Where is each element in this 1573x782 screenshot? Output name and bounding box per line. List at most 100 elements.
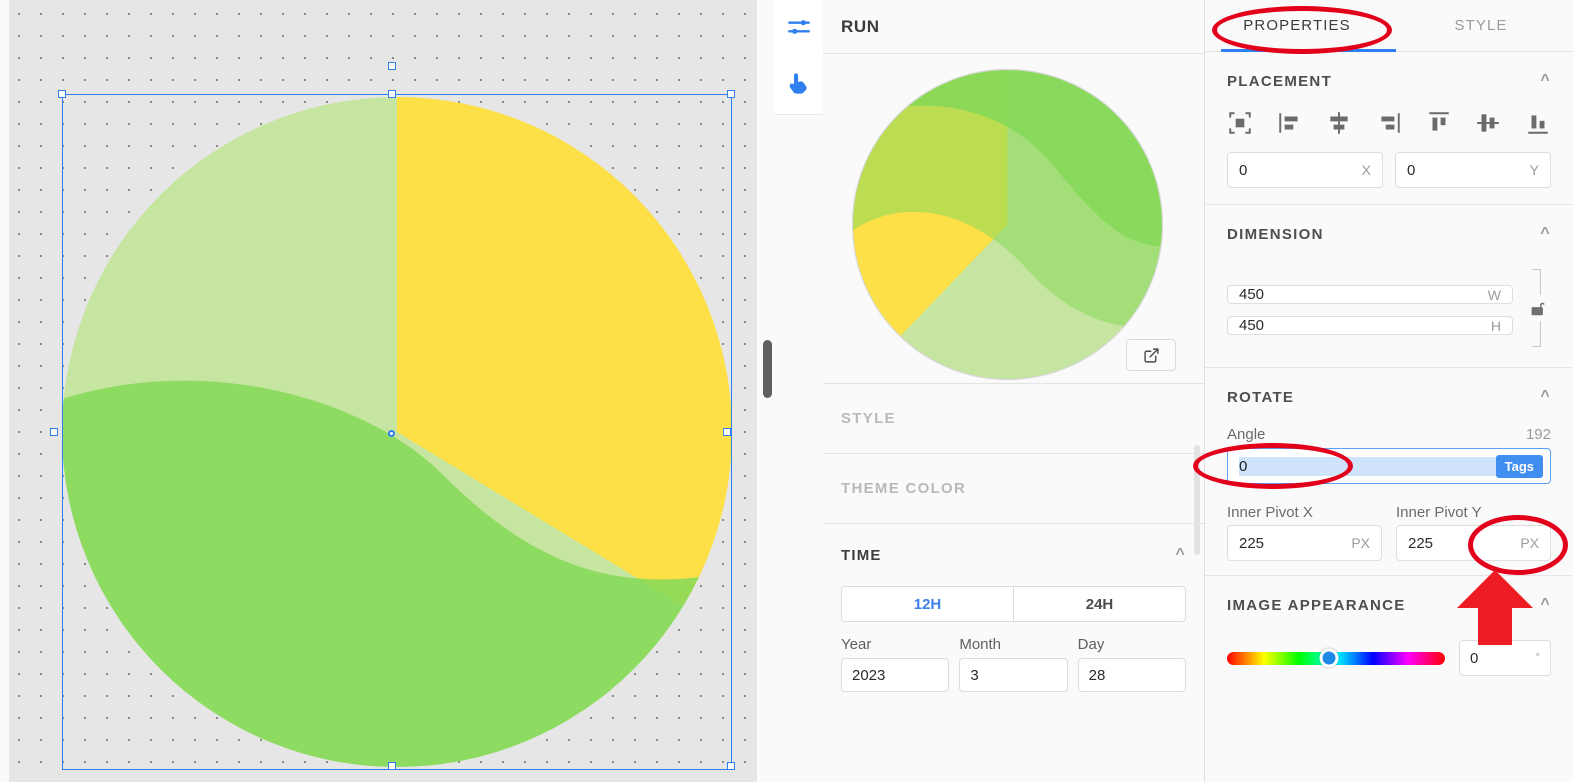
chevron-up-icon: ^ [1540,72,1551,89]
section-placement: PLACEMENT ^ 0 X 0 Y [1205,52,1573,205]
resize-handle-bottom-center[interactable] [388,762,396,770]
month-input[interactable] [959,658,1068,692]
section-dimension-label: DIMENSION [1227,225,1324,243]
fit-to-bounds-icon[interactable] [1227,110,1253,136]
design-canvas[interactable] [0,0,775,782]
inner-pivot-x-label: Inner Pivot X [1227,504,1313,521]
dimension-height-field[interactable]: H [1227,316,1513,335]
properties-panel-tabs: PROPERTIES STYLE [1205,0,1573,52]
section-style-label: STYLE [841,410,896,427]
pivot-point-marker[interactable] [388,430,395,437]
inner-pivot-x-unit: PX [1351,535,1370,551]
preview-thumbnail[interactable] [851,68,1164,381]
tab-properties[interactable]: PROPERTIES [1205,17,1389,34]
date-fields [841,658,1186,692]
resize-handle-middle-right[interactable] [723,428,731,436]
hue-control: ° [1227,634,1551,694]
section-theme-color-label: THEME COLOR [841,480,967,497]
align-left-icon[interactable] [1277,110,1303,136]
chevron-up-icon: ^ [1540,388,1551,405]
time-format-toggle[interactable]: 12H 24H [841,586,1186,622]
chevron-up-icon: ^ [1540,225,1551,242]
section-dimension-header[interactable]: DIMENSION ^ [1227,205,1551,263]
align-middle-vertical-icon[interactable] [1475,110,1501,136]
interaction-pointer-icon[interactable] [786,70,812,96]
section-theme-color[interactable]: THEME COLOR [823,454,1204,524]
run-panel-toolbar [775,0,823,115]
section-rotate-label: ROTATE [1227,388,1295,406]
inner-pivot-x-field[interactable]: PX [1227,525,1382,561]
section-time-header[interactable]: TIME ^ [841,524,1186,586]
placement-y-input[interactable] [1407,161,1524,179]
align-bottom-icon[interactable] [1525,110,1551,136]
section-dimension: DIMENSION ^ W H [1205,205,1573,368]
resize-handle-top-center[interactable] [388,90,396,98]
inner-pivot-y-label: Inner Pivot Y [1396,504,1482,521]
resize-handle-middle-left[interactable] [50,428,58,436]
hue-unit: ° [1535,652,1540,664]
placement-x-field[interactable]: X [1227,152,1383,188]
align-top-icon[interactable] [1426,110,1452,136]
day-label: Day [1077,636,1105,653]
angle-label: Angle [1227,426,1266,443]
hue-slider-knob[interactable] [1319,648,1339,668]
section-placement-label: PLACEMENT [1227,72,1333,90]
section-style[interactable]: STYLE [823,384,1204,454]
align-right-icon[interactable] [1376,110,1402,136]
year-label: Year [841,636,872,653]
section-image-appearance: IMAGE APPEARANCE ^ ° [1205,576,1573,694]
open-external-button[interactable] [1126,339,1176,371]
tab-style[interactable]: STYLE [1389,17,1573,34]
bracket-bottom [1532,321,1541,347]
dimension-width-input[interactable] [1239,286,1482,303]
inner-pivot-y-field[interactable]: PX [1396,525,1551,561]
resize-handle-top-left[interactable] [58,90,66,98]
angle-input[interactable] [1239,456,1496,476]
chevron-up-icon: ^ [1540,596,1551,613]
canvas-vertical-scrollbar[interactable] [763,340,772,398]
section-rotate-header[interactable]: ROTATE ^ [1227,368,1551,426]
bracket-top [1532,269,1541,295]
placement-y-field[interactable]: Y [1395,152,1551,188]
year-input[interactable] [841,658,950,692]
time-format-12h[interactable]: 12H [842,587,1013,621]
hue-value-field[interactable]: ° [1459,640,1551,676]
canvas-left-gutter [0,0,9,782]
month-label: Month [959,636,1002,653]
section-placement-header[interactable]: PLACEMENT ^ [1227,52,1551,110]
placement-x-unit: X [1361,162,1371,178]
placement-y-unit: Y [1529,162,1539,178]
resize-handle-top-right[interactable] [727,90,735,98]
aspect-ratio-lock[interactable] [1521,263,1551,353]
inner-pivot-x-input[interactable] [1239,534,1346,552]
dimension-height-input[interactable] [1239,317,1485,334]
angle-hint-value: 192 [1525,426,1551,443]
dimension-width-field[interactable]: W [1227,285,1513,304]
placement-x-input[interactable] [1239,161,1356,179]
date-field-labels: Year Month Day [841,636,1186,653]
resize-handle-bottom-right[interactable] [727,762,735,770]
run-panel: RUN STYLE THEME COLOR TIME ^ 12H 24H Yea… [775,0,1205,782]
day-input[interactable] [1077,658,1186,692]
angle-input-field[interactable]: Tags [1227,448,1551,484]
section-rotate: ROTATE ^ Angle 192 Tags Inner Pivot X In… [1205,368,1573,576]
align-center-horizontal-icon[interactable] [1326,110,1352,136]
chevron-up-icon: ^ [1175,546,1186,563]
section-image-appearance-header[interactable]: IMAGE APPEARANCE ^ [1227,576,1551,634]
time-format-24h[interactable]: 24H [1013,587,1185,621]
inner-pivot-y-input[interactable] [1408,534,1515,552]
section-time-label: TIME [841,546,882,564]
rotate-handle[interactable] [388,62,396,70]
placement-xy-fields: X Y [1227,142,1551,204]
hue-value-input[interactable] [1470,649,1536,667]
properties-panel: PROPERTIES STYLE PLACEMENT ^ 0 X 0 Y DIM… [1205,0,1573,782]
hue-slider[interactable] [1227,648,1445,668]
dimension-width-unit: W [1487,286,1501,303]
pivot-labels: Inner Pivot X Inner Pivot Y [1227,498,1551,521]
run-panel-title: RUN [841,16,880,36]
run-panel-scrollbar[interactable] [1194,445,1200,555]
unlock-icon[interactable] [1528,300,1545,317]
settings-sliders-icon[interactable] [786,14,812,40]
tags-button[interactable]: Tags [1495,454,1543,478]
canvas-artwork[interactable] [62,94,732,782]
